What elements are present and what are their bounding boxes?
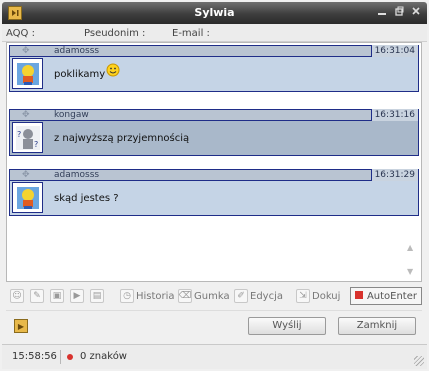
avatar[interactable] [12, 182, 43, 213]
title-bar[interactable]: Sylwia [2, 2, 427, 24]
format-button[interactable]: ✎ [30, 288, 44, 304]
history-label: Historia [136, 290, 175, 302]
status-dot-icon [67, 354, 73, 360]
status-time: 15:58:56 [12, 351, 57, 362]
dock-label: Dokuj [312, 290, 341, 302]
message-body: skąd jestes ? [9, 181, 419, 216]
message-header: ✥ kongaw 16:31:16 [9, 109, 419, 121]
contact-info-bar: AQQ : Pseudonim : E-mail : [2, 24, 427, 42]
eraser-icon: ⌫ [178, 289, 192, 303]
message-item: ✥ adamosss 16:31:29 skąd jestes ? [9, 169, 419, 216]
message-nick: kongaw [54, 110, 89, 120]
minimize-icon[interactable] [376, 6, 388, 18]
message-body: poklikamy [9, 57, 419, 92]
window-title: Sylwia [194, 6, 235, 19]
email-label: E-mail : [172, 28, 210, 39]
play-icon: ▶ [70, 289, 84, 303]
edit-button[interactable]: ✐ Edycja [234, 288, 283, 304]
paw-icon: ✥ [22, 170, 30, 180]
paw-icon: ✥ [22, 110, 30, 120]
message-item: ✥ kongaw 16:31:16 ? ? z najwyższą przyje… [9, 109, 419, 156]
message-text: z najwyższą przyjemnością [54, 133, 190, 144]
edit-label: Edycja [250, 290, 283, 302]
paw-icon: ✥ [22, 46, 30, 56]
chat-log[interactable]: ✥ adamosss 16:31:04 poklikamy ✥ kongaw 1… [6, 42, 422, 282]
file-button[interactable]: ▤ [90, 288, 104, 304]
message-body: ? ? z najwyższą przyjemnością [9, 121, 419, 156]
message-time: 16:31:29 [370, 169, 418, 181]
message-header: ✥ adamosss 16:31:29 [9, 169, 419, 181]
message-text: skąd jestes ? [54, 193, 119, 204]
history-button[interactable]: ◷ Historia [120, 288, 175, 304]
char-count: 0 znaków [80, 351, 127, 362]
edit-icon: ✐ [234, 289, 248, 303]
message-header: ✥ adamosss 16:31:04 [9, 45, 419, 57]
svg-text:?: ? [34, 140, 38, 149]
restore-icon[interactable] [393, 6, 405, 18]
message-time: 16:31:16 [370, 109, 418, 121]
file-icon: ▤ [90, 289, 104, 303]
message-input-area[interactable]: ▶ Wyślij Zamknij [6, 310, 422, 340]
avatar[interactable]: ? ? [12, 122, 43, 153]
emoticons-button[interactable]: ☺ [10, 288, 24, 304]
play-button[interactable]: ▶ [70, 288, 84, 304]
message-toolbar: ☺ ✎ ▣ ▶ ▤ ◷ Historia ⌫ Gumka ✐ Edycja ⇲ … [6, 286, 422, 306]
resize-grip-icon[interactable] [414, 356, 424, 366]
svg-text:?: ? [17, 130, 21, 139]
aqq-label: AQQ : [6, 28, 35, 39]
close-button[interactable]: Zamknij [338, 317, 416, 335]
eraser-label: Gumka [194, 290, 230, 302]
message-nick: adamosss [54, 46, 100, 56]
history-icon: ◷ [120, 289, 134, 303]
message-item: ✥ adamosss 16:31:04 poklikamy [9, 45, 419, 92]
send-mode-icon[interactable]: ▶ [14, 319, 28, 333]
avatar[interactable] [12, 58, 43, 89]
format-icon: ✎ [30, 289, 44, 303]
status-bar: 15:58:56 0 znaków [2, 344, 427, 369]
message-nick: adamosss [54, 170, 100, 180]
message-time: 16:31:04 [370, 45, 418, 57]
autoenter-icon [354, 290, 363, 302]
close-icon[interactable] [410, 6, 422, 18]
message-text: poklikamy [54, 69, 106, 80]
dock-icon: ⇲ [296, 289, 310, 303]
autoenter-toggle[interactable]: AutoEnter [349, 287, 422, 305]
dock-button[interactable]: ⇲ Dokuj [296, 288, 340, 304]
autoenter-label: AutoEnter [366, 290, 417, 302]
smiley-icon [106, 63, 120, 80]
image-button[interactable]: ▣ [50, 288, 64, 304]
status-separator [60, 350, 61, 364]
eraser-button[interactable]: ⌫ Gumka [178, 288, 230, 304]
send-button[interactable]: Wyślij [248, 317, 326, 335]
emoticon-icon: ☺ [10, 289, 24, 303]
scroll-up-icon[interactable]: ▲ [407, 243, 417, 253]
pseudonim-label: Pseudonim : [84, 28, 146, 39]
scroll-down-icon[interactable]: ▼ [407, 267, 417, 277]
image-icon: ▣ [50, 289, 64, 303]
